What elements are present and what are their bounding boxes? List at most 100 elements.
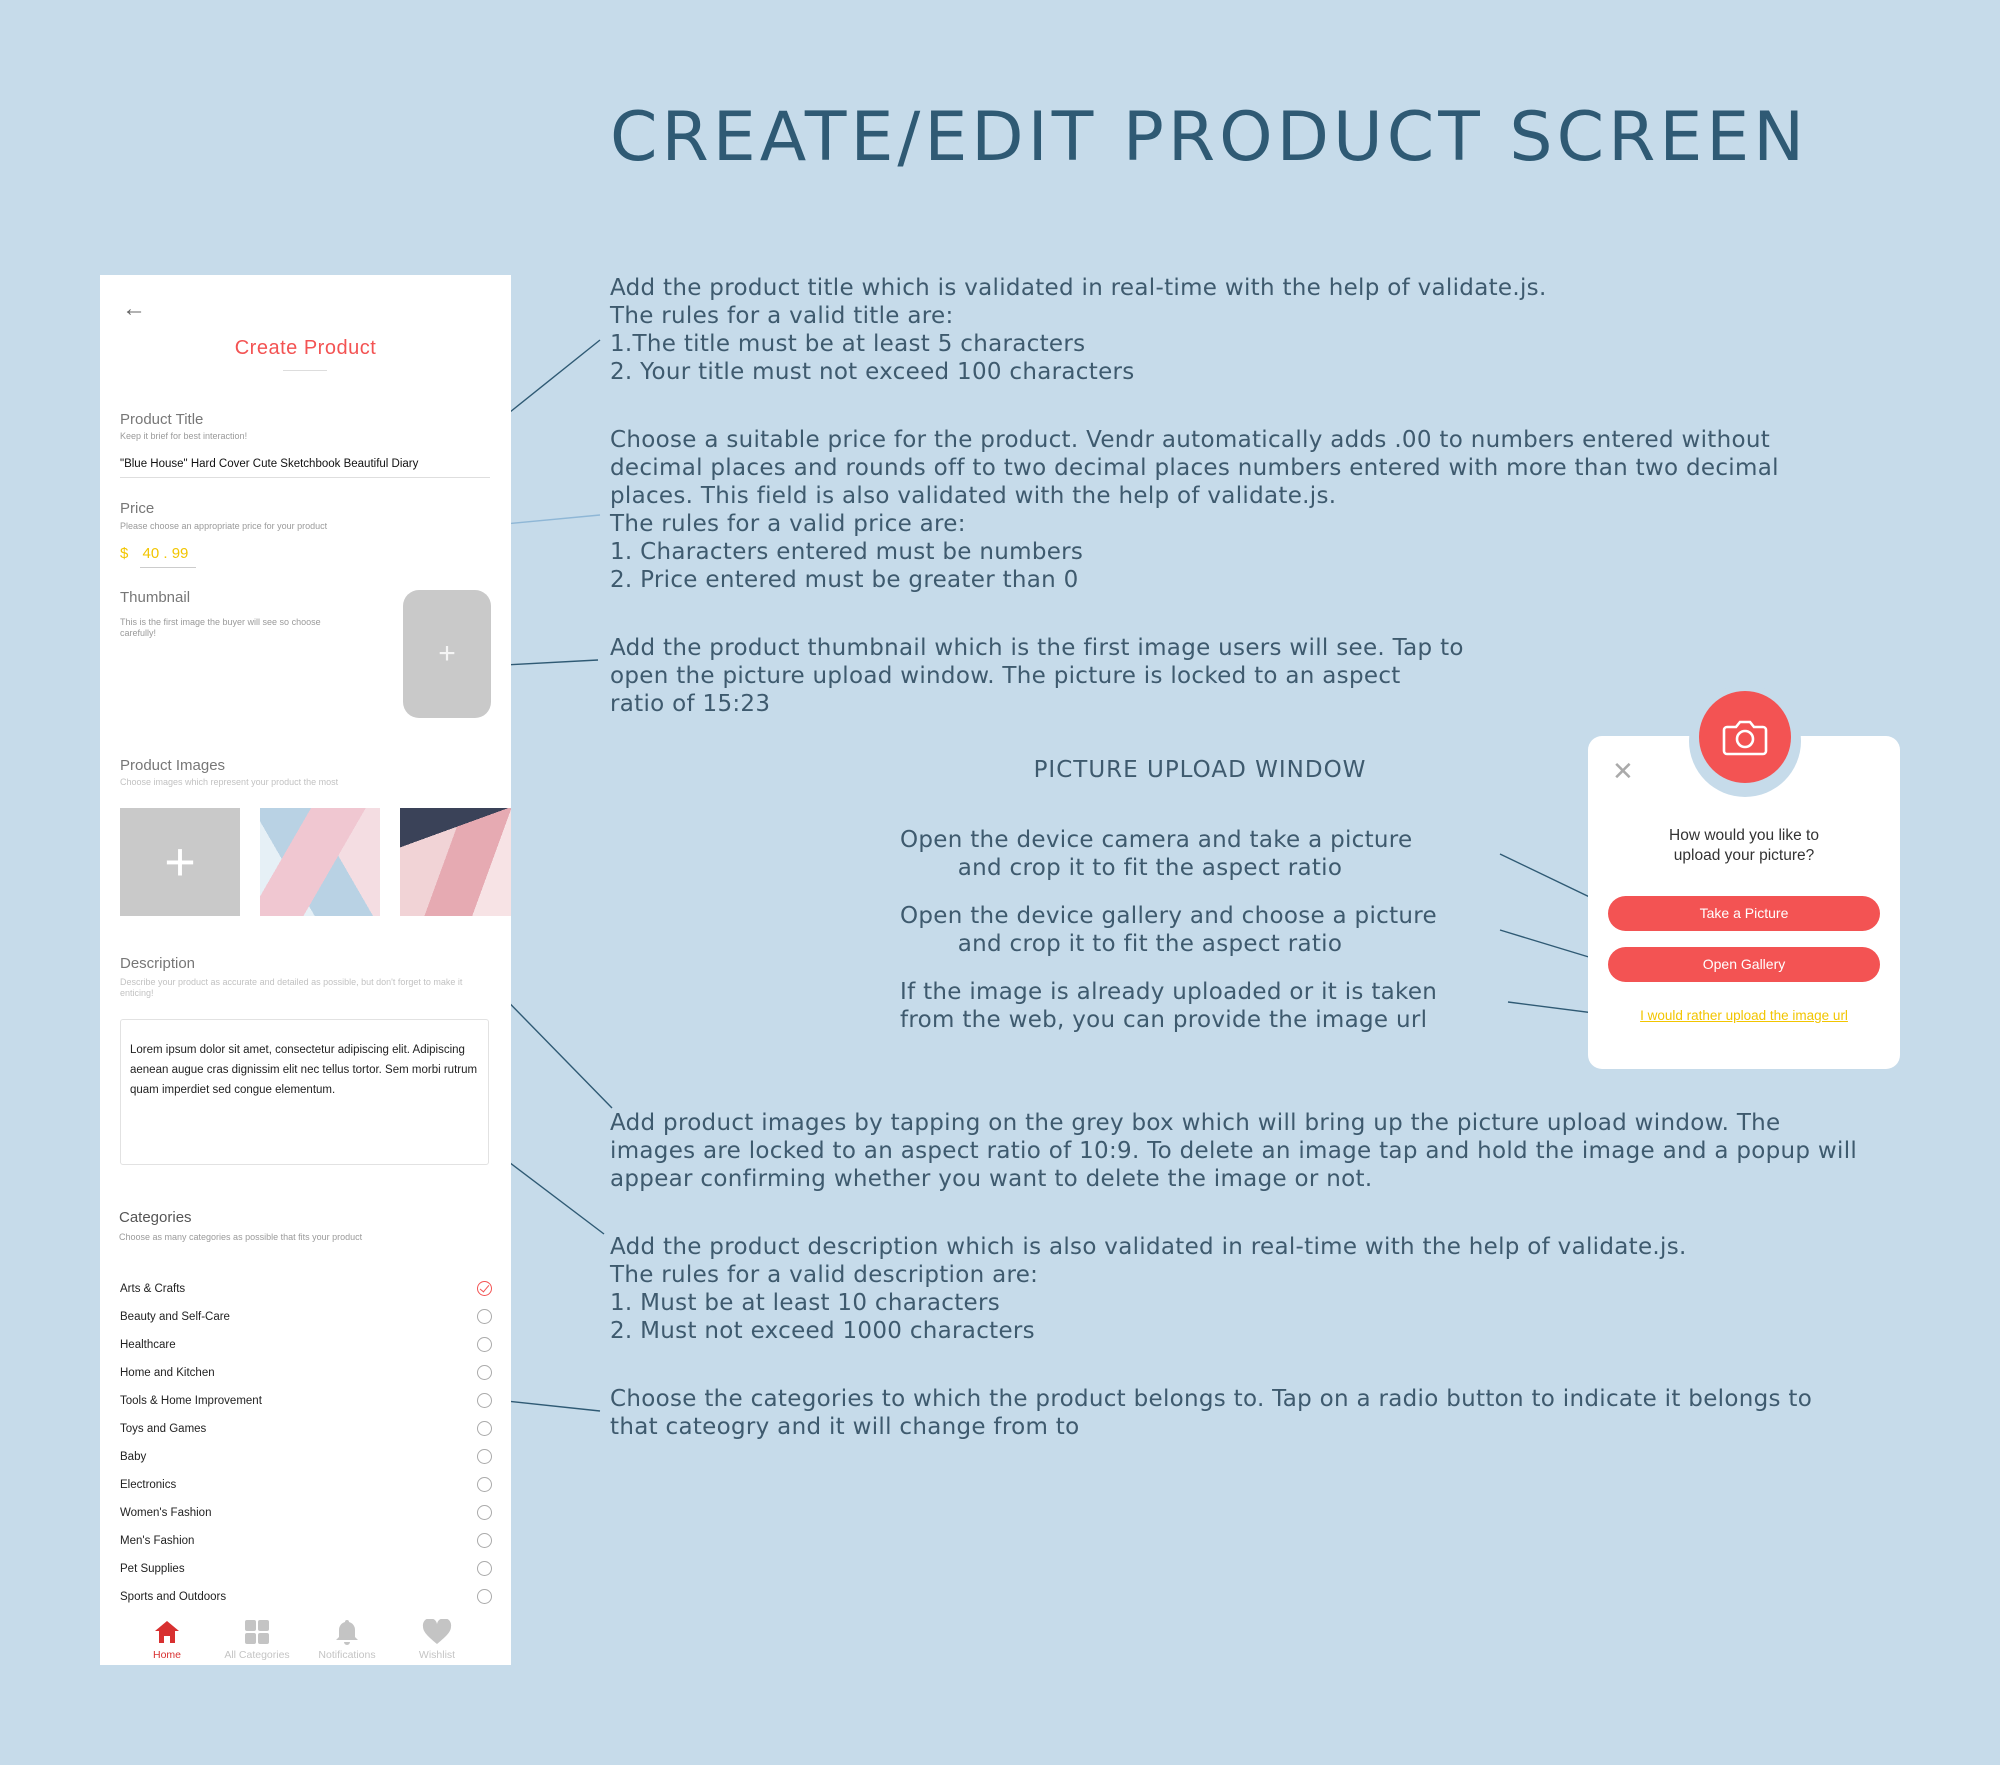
product-image-1[interactable] (260, 808, 380, 916)
thumbnail-upload-button[interactable]: + (403, 590, 491, 718)
category-label: Baby (120, 1451, 147, 1463)
category-radio[interactable] (477, 1477, 492, 1492)
category-radio[interactable] (477, 1533, 492, 1548)
home-icon (122, 1615, 212, 1649)
plus-icon: + (438, 637, 456, 670)
category-row[interactable]: Women's Fashion (120, 1499, 492, 1527)
category-row[interactable]: Home and Kitchen (120, 1359, 492, 1387)
category-row[interactable]: Arts & Crafts (120, 1275, 492, 1303)
price-hint: Please choose an appropriate price for y… (120, 521, 328, 531)
note-price-line: 1. Characters entered must be numbers (610, 539, 1084, 565)
category-label: Sports and Outdoors (120, 1591, 227, 1603)
upload-question: How would you like to upload your pictur… (1669, 827, 1819, 864)
note-categories-line: that cateogry and it will change from to (610, 1414, 1080, 1440)
category-radio[interactable] (477, 1365, 492, 1380)
product-title-input[interactable]: "Blue House" Hard Cover Cute Sketchbook … (120, 458, 418, 470)
category-label: Women's Fashion (120, 1507, 212, 1519)
nav-item-notifications[interactable]: Notifications (302, 1615, 392, 1661)
note-images-line: images are locked to an aspect ratio of … (610, 1138, 1858, 1164)
nav-item-all-categories[interactable]: All Categories (212, 1615, 302, 1661)
note-title-line: Add the product title which is validated… (610, 275, 1547, 301)
nav-label: Notifications (318, 1649, 376, 1661)
categories-hint: Choose as many categories as possible th… (119, 1232, 363, 1242)
note-description-line: The rules for a valid description are: (610, 1262, 1039, 1288)
note-images-line: appear confirming whether you want to de… (610, 1166, 1373, 1192)
note-price-line: decimal places and rounds off to two dec… (610, 455, 1779, 481)
thumbnail-label: Thumbnail (120, 589, 191, 606)
nav-label: Wishlist (418, 1649, 456, 1661)
take-picture-button[interactable]: Take a Picture (1608, 896, 1880, 931)
note-description-line: 1. Must be at least 10 characters (610, 1290, 1001, 1316)
category-radio[interactable] (477, 1449, 492, 1464)
note-camera-line: Open the device camera and take a pictur… (900, 827, 1413, 853)
note-price-line: The rules for a valid price are: (610, 511, 966, 537)
category-row[interactable]: Pet Supplies (120, 1555, 492, 1583)
category-radio[interactable] (477, 1421, 492, 1436)
description-hint: Describe your product as accurate and de… (120, 977, 463, 998)
nav-item-home[interactable]: Home (122, 1615, 212, 1661)
categories-list: Arts & Crafts Beauty and Self-Care Healthc… (120, 1275, 492, 1611)
category-radio[interactable] (477, 1589, 492, 1604)
note-price-line: 2. Price entered must be greater than 0 (610, 567, 1079, 593)
connector-categories (496, 1399, 601, 1412)
note-thumbnail-line: Add the product thumbnail which is the f… (610, 635, 1464, 661)
plus-icon: + (164, 832, 196, 892)
category-radio[interactable] (477, 1309, 492, 1324)
category-label: Beauty and Self-Care (120, 1311, 230, 1323)
nav-item-wishlist[interactable]: Wishlist (392, 1615, 482, 1661)
category-radio-checked[interactable] (477, 1281, 492, 1296)
category-row[interactable]: Electronics (120, 1471, 492, 1499)
note-description: Add the product description which is als… (610, 1233, 1687, 1345)
note-price: Choose a suitable price for the product.… (610, 426, 1779, 594)
note-title-line: The rules for a valid title are: (610, 303, 954, 329)
category-row[interactable]: Healthcare (120, 1331, 492, 1359)
category-label: Arts & Crafts (120, 1283, 186, 1295)
category-label: Home and Kitchen (120, 1367, 215, 1379)
nav-label: Home (152, 1649, 181, 1661)
note-images: Add product images by tapping on the gre… (610, 1109, 1857, 1193)
note-url-line: from the web, you can provide the image … (900, 1007, 1428, 1033)
upload-url-link[interactable]: I would rather upload the image url (1588, 1008, 1900, 1023)
note-thumbnail-line: open the picture upload window. The pict… (610, 663, 1401, 689)
note-price-line: Choose a suitable price for the product.… (610, 427, 1771, 453)
title-underline (283, 370, 327, 371)
note-title: Add the product title which is validated… (610, 274, 1547, 386)
note-categories-line: Choose the categories to which the produ… (610, 1386, 1813, 1412)
product-title-hint: Keep it brief for best interaction! (120, 431, 248, 441)
note-gallery: Open the device gallery and choose a pic… (900, 902, 1437, 958)
product-image-2[interactable] (400, 808, 511, 916)
category-label: Pet Supplies (120, 1563, 185, 1575)
category-radio[interactable] (477, 1561, 492, 1576)
camera-badge (1699, 691, 1791, 783)
price-underline (140, 567, 196, 568)
note-description-line: 2. Must not exceed 1000 characters (610, 1318, 1035, 1344)
category-row[interactable]: Beauty and Self-Care (120, 1303, 492, 1331)
price-input[interactable]: 40 . 99 (143, 545, 189, 562)
upload-window-heading: PICTURE UPLOAD WINDOW (1033, 757, 1367, 783)
category-row[interactable]: Toys and Games (120, 1415, 492, 1443)
bottom-nav: Home All Categories Notifications Wishlist (100, 1615, 511, 1665)
note-description-line: Add the product description which is als… (610, 1234, 1687, 1260)
category-radio[interactable] (477, 1337, 492, 1352)
note-url-line: If the image is already uploaded or it i… (900, 979, 1438, 1005)
category-radio[interactable] (477, 1505, 492, 1520)
back-arrow-icon[interactable]: ← (122, 295, 146, 323)
open-gallery-button[interactable]: Open Gallery (1608, 947, 1880, 982)
note-thumbnail-line: ratio of 15:23 (610, 691, 771, 717)
add-image-button[interactable]: + (120, 808, 240, 916)
note-gallery-line: Open the device gallery and choose a pic… (900, 903, 1437, 929)
category-row[interactable]: Tools & Home Improvement (120, 1387, 492, 1415)
price-field[interactable]: $ 40 . 99 (120, 545, 188, 562)
categories-label: Categories (119, 1209, 192, 1226)
category-row[interactable]: Men's Fashion (120, 1527, 492, 1555)
category-label: Healthcare (120, 1339, 176, 1351)
currency-symbol: $ (120, 545, 129, 562)
category-radio[interactable] (477, 1393, 492, 1408)
category-row[interactable]: Sports and Outdoors (120, 1583, 492, 1611)
bell-icon (302, 1615, 392, 1649)
note-title-line: 1.The title must be at least 5 character… (610, 331, 1086, 357)
camera-icon (1722, 720, 1768, 756)
description-textarea[interactable]: Lorem ipsum dolor sit amet, consectetur … (120, 1019, 489, 1165)
category-row[interactable]: Baby (120, 1443, 492, 1471)
close-icon[interactable]: ✕ (1612, 756, 1634, 787)
